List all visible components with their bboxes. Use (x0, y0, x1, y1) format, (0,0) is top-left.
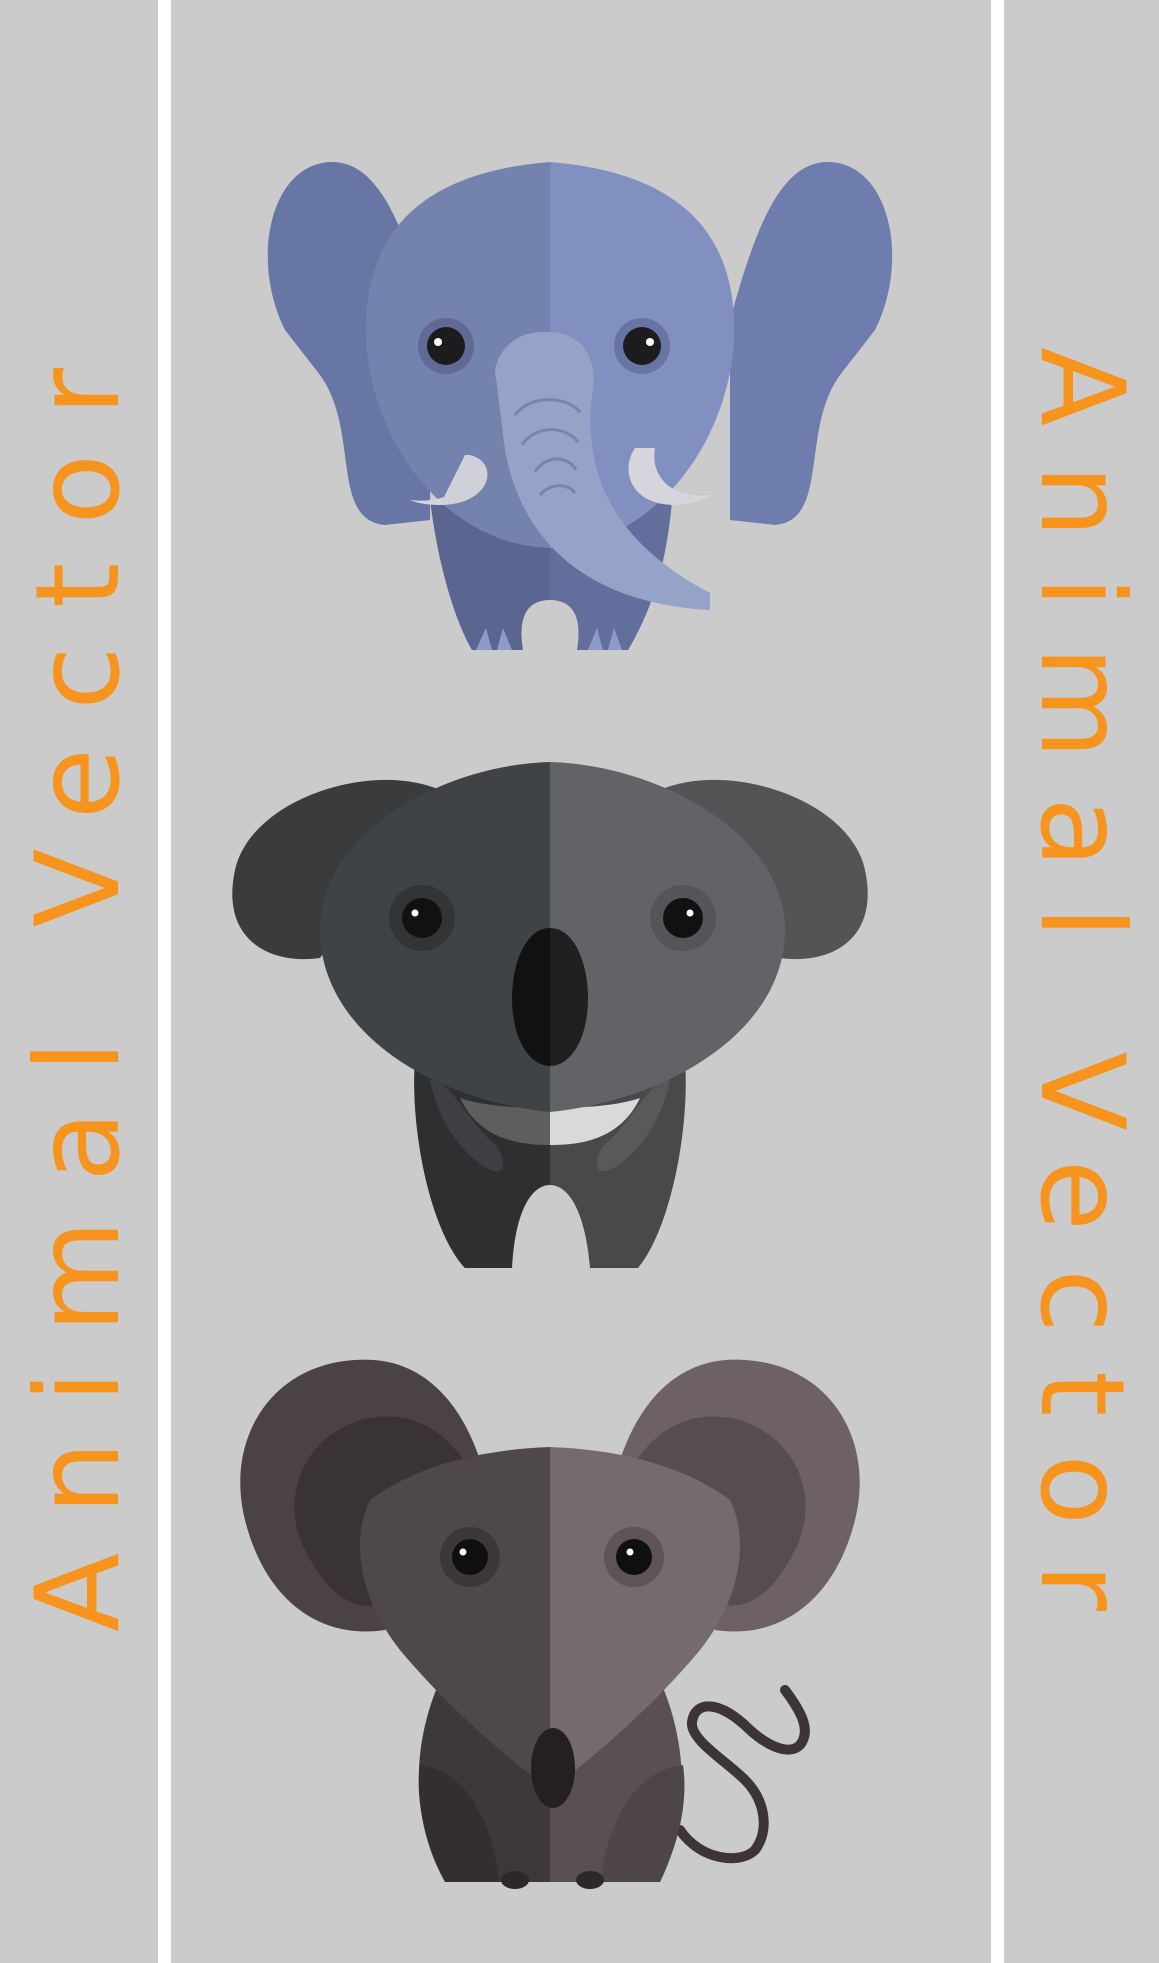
mouse-icon (240, 1359, 860, 1889)
koala-icon (232, 762, 868, 1268)
left-vertical-title: Animal Vector (11, 330, 146, 1632)
elephant-icon (267, 161, 893, 650)
right-vertical-title: Animal Vector (1014, 347, 1149, 1649)
